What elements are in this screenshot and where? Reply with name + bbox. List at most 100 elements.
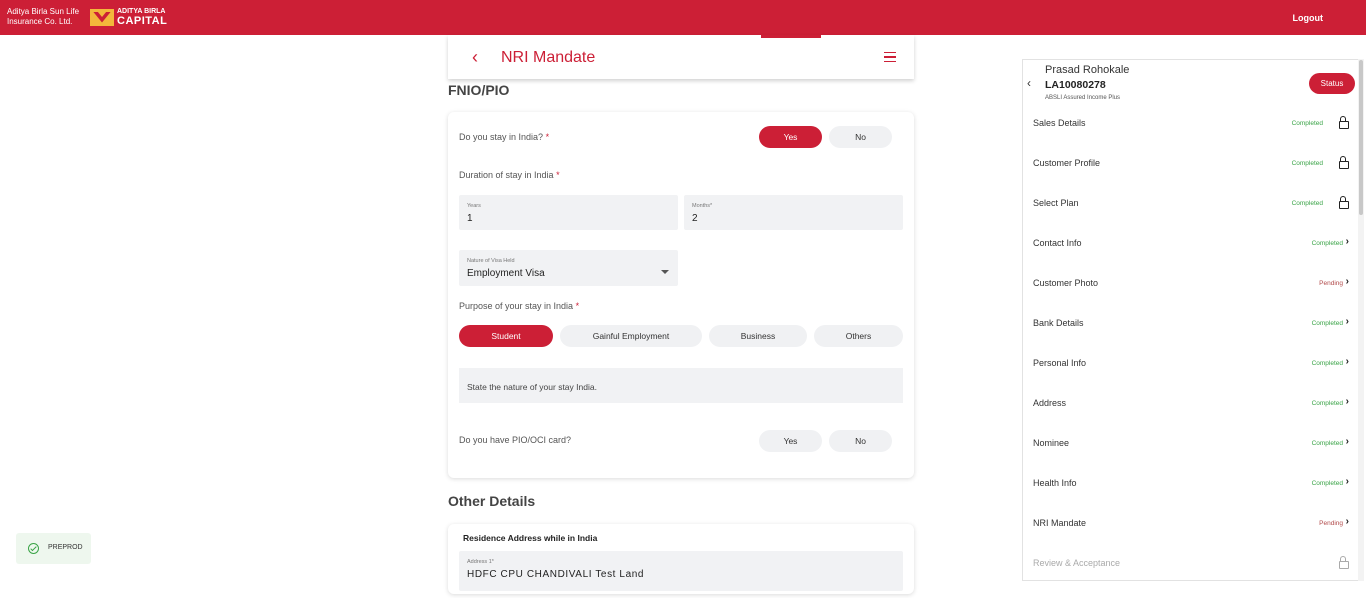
step-label: Review & Acceptance bbox=[1033, 558, 1121, 568]
stay-nature-input[interactable]: State the nature of your stay India. bbox=[459, 368, 903, 403]
step-row[interactable]: Customer Profile Completed bbox=[1023, 156, 1359, 198]
months-field-label: Months* bbox=[692, 203, 713, 209]
customer-name: Prasad Rohokale bbox=[1045, 64, 1130, 76]
stay-yes-button[interactable]: Yes bbox=[759, 126, 822, 148]
months-field[interactable]: Months* 2 bbox=[684, 195, 903, 230]
visa-select[interactable]: Nature of Visa Held Employment Visa bbox=[459, 250, 678, 286]
back-arrow-icon[interactable]: ‹ bbox=[472, 48, 482, 66]
address1-field[interactable]: Address 1* HDFC CPU CHANDIVALI Test Land bbox=[459, 551, 903, 591]
section-title-fnio: FNIO/PIO bbox=[448, 82, 510, 98]
step-row[interactable]: Personal Info Completed › bbox=[1023, 356, 1359, 398]
step-row[interactable]: Select Plan Completed bbox=[1023, 196, 1359, 238]
step-status: Completed bbox=[1311, 400, 1343, 407]
purpose-student-button[interactable]: Student bbox=[459, 325, 553, 347]
pio-no-button[interactable]: No bbox=[829, 430, 892, 452]
step-status: Completed bbox=[1311, 320, 1343, 327]
step-status: Completed bbox=[1291, 200, 1323, 207]
progress-panel: ‹ Prasad Rohokale LA10080278 ABSLI Assur… bbox=[1022, 59, 1358, 581]
step-row[interactable]: NRI Mandate Pending › bbox=[1023, 516, 1359, 558]
chevron-right-icon[interactable]: › bbox=[1346, 316, 1349, 327]
chevron-right-icon[interactable]: › bbox=[1346, 396, 1349, 407]
dropdown-caret-icon bbox=[661, 270, 669, 274]
step-label: Nominee bbox=[1033, 438, 1070, 448]
step-label: NRI Mandate bbox=[1033, 518, 1087, 528]
chevron-right-icon[interactable]: › bbox=[1346, 516, 1349, 527]
step-label: Personal Info bbox=[1033, 358, 1087, 368]
pio-question-label: Do you have PIO/OCI card? bbox=[459, 435, 572, 445]
years-field-value: 1 bbox=[467, 213, 473, 224]
step-row[interactable]: Health Info Completed › bbox=[1023, 476, 1359, 518]
lock-icon bbox=[1339, 116, 1349, 129]
step-status: Completed bbox=[1311, 440, 1343, 447]
step-label: Health Info bbox=[1033, 478, 1077, 488]
step-row[interactable]: Bank Details Completed › bbox=[1023, 316, 1359, 358]
visa-select-value: Employment Visa bbox=[467, 268, 545, 279]
years-field[interactable]: Years 1 bbox=[459, 195, 678, 230]
chevron-right-icon[interactable]: › bbox=[1346, 476, 1349, 487]
header-accent bbox=[761, 35, 821, 38]
fnio-card: Do you stay in India? * Yes No Duration … bbox=[448, 112, 914, 478]
purpose-employment-button[interactable]: Gainful Employment bbox=[560, 325, 702, 347]
step-label: Select Plan bbox=[1033, 198, 1079, 208]
address1-value: HDFC CPU CHANDIVALI Test Land bbox=[467, 569, 645, 580]
step-status: Completed bbox=[1311, 480, 1343, 487]
other-details-card: Residence Address while in India Address… bbox=[448, 524, 914, 594]
stay-no-button[interactable]: No bbox=[829, 126, 892, 148]
purpose-business-button[interactable]: Business bbox=[709, 325, 807, 347]
application-id: LA10080278 bbox=[1045, 79, 1106, 91]
lock-icon bbox=[1339, 196, 1349, 209]
env-badge-label: PREPROD bbox=[48, 544, 83, 551]
step-status: Completed bbox=[1311, 360, 1343, 367]
status-button[interactable]: Status bbox=[1309, 73, 1355, 94]
abc-logo-icon bbox=[90, 8, 114, 26]
step-label: Address bbox=[1033, 398, 1067, 408]
brand-line2: CAPITAL bbox=[117, 15, 168, 27]
logout-button[interactable]: Logout bbox=[1293, 13, 1324, 23]
step-status: Completed bbox=[1311, 240, 1343, 247]
env-badge: PREPROD bbox=[16, 533, 91, 564]
purpose-others-button[interactable]: Others bbox=[814, 325, 903, 347]
step-label: Bank Details bbox=[1033, 318, 1084, 328]
panel-back-chevron-icon[interactable]: ‹ bbox=[1027, 76, 1031, 90]
step-row[interactable]: Contact Info Completed › bbox=[1023, 236, 1359, 278]
step-label: Sales Details bbox=[1033, 118, 1086, 128]
section-title-other: Other Details bbox=[448, 493, 536, 509]
step-status: Pending bbox=[1319, 280, 1343, 287]
years-field-label: Years bbox=[467, 203, 481, 209]
brand-line1: ADITYA BIRLA bbox=[117, 8, 166, 15]
step-row[interactable]: Nominee Completed › bbox=[1023, 436, 1359, 478]
step-label: Customer Photo bbox=[1033, 278, 1099, 288]
panel-scrollbar[interactable] bbox=[1358, 59, 1364, 581]
brand-absli-logo: Aditya Birla Sun Life Insurance Co. Ltd. bbox=[7, 7, 80, 26]
pio-yes-button[interactable]: Yes bbox=[759, 430, 822, 452]
residence-title: Residence Address while in India bbox=[463, 533, 598, 543]
lock-icon bbox=[1339, 556, 1349, 569]
stay-question-label: Do you stay in India? * bbox=[459, 132, 550, 142]
address1-label: Address 1* bbox=[467, 559, 494, 565]
plan-name: ABSLI Assured Income Plus bbox=[1045, 95, 1121, 101]
brand-abc-logo: ADITYA BIRLA CAPITAL bbox=[90, 8, 168, 27]
visa-select-label: Nature of Visa Held bbox=[467, 258, 515, 264]
months-field-value: 2 bbox=[692, 213, 698, 224]
scrollbar-thumb[interactable] bbox=[1359, 60, 1363, 215]
chevron-right-icon[interactable]: › bbox=[1346, 236, 1349, 247]
step-row[interactable]: Customer Photo Pending › bbox=[1023, 276, 1359, 318]
top-bar: Aditya Birla Sun Life Insurance Co. Ltd.… bbox=[0, 0, 1366, 35]
chevron-right-icon[interactable]: › bbox=[1346, 356, 1349, 367]
chevron-right-icon[interactable]: › bbox=[1346, 276, 1349, 287]
chevron-right-icon[interactable]: › bbox=[1346, 436, 1349, 447]
hamburger-menu-icon[interactable] bbox=[884, 52, 896, 62]
duration-label: Duration of stay in India * bbox=[459, 170, 560, 180]
step-row: Review & Acceptance bbox=[1023, 556, 1359, 598]
step-row[interactable]: Address Completed › bbox=[1023, 396, 1359, 438]
page-title: NRI Mandate bbox=[501, 49, 596, 66]
step-status: Pending bbox=[1319, 520, 1343, 527]
stay-nature-placeholder: State the nature of your stay India. bbox=[467, 382, 597, 392]
step-label: Contact Info bbox=[1033, 238, 1082, 248]
step-status: Completed bbox=[1291, 120, 1323, 127]
step-row[interactable]: Sales Details Completed bbox=[1023, 116, 1359, 158]
purpose-label: Purpose of your stay in India * bbox=[459, 301, 580, 311]
lock-icon bbox=[1339, 156, 1349, 169]
step-status: Completed bbox=[1291, 160, 1323, 167]
check-circle-icon bbox=[28, 543, 39, 554]
